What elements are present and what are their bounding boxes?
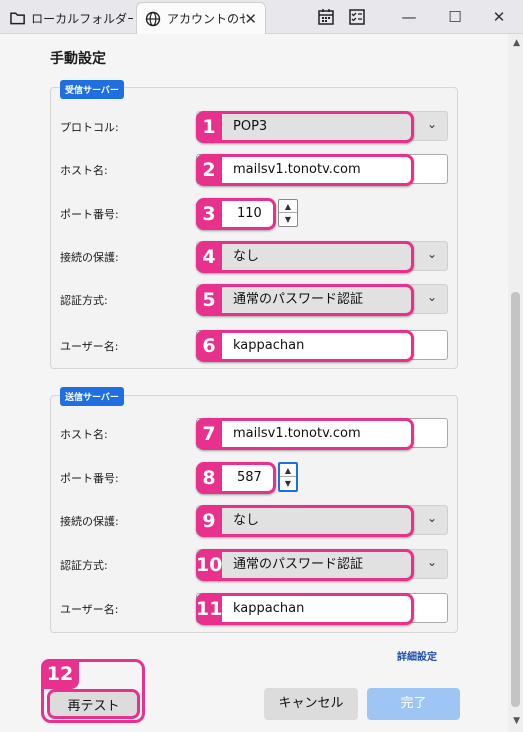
tab-account-setup[interactable]: アカウントのセットアップ ✕	[136, 2, 266, 34]
callout-badge: 11	[196, 593, 222, 625]
callout-badge: 12	[41, 659, 79, 689]
tasks-icon[interactable]	[348, 8, 366, 26]
chevron-down-icon: ⌄	[426, 511, 437, 525]
chevron-down-icon[interactable]: ▼	[280, 477, 296, 490]
incoming-user-label: ユーザー名:	[60, 340, 119, 353]
callout-badge: 8	[196, 462, 222, 494]
callout-badge: 2	[196, 154, 222, 186]
maximize-button[interactable]: ☐	[444, 6, 466, 28]
callout-badge: 5	[196, 284, 222, 316]
scroll-up-icon[interactable]: ▲	[513, 38, 520, 48]
calendar-icon[interactable]	[317, 8, 335, 26]
outgoing-host-label: ホスト名:	[60, 428, 108, 441]
protocol-label: プロトコル:	[60, 121, 119, 134]
folder-icon	[10, 12, 25, 25]
outgoing-security-value: なし	[196, 505, 414, 537]
chevron-down-icon: ⌄	[426, 290, 437, 304]
outgoing-auth-value: 通常のパスワード認証	[196, 549, 414, 581]
incoming-server-badge: 受信サーバー	[60, 80, 124, 99]
cancel-button[interactable]: キャンセル	[264, 688, 358, 720]
callout-badge: 10	[196, 549, 222, 581]
incoming-auth-label: 認証方式:	[60, 294, 108, 307]
globe-icon	[145, 11, 161, 26]
done-button[interactable]: 完了	[367, 688, 460, 720]
retest-button[interactable]: 再テスト	[47, 689, 140, 719]
outgoing-server-badge: 送信サーバー	[60, 387, 124, 406]
chevron-down-icon: ⌄	[426, 247, 437, 261]
callout-badge: 1	[196, 111, 222, 143]
callout-badge: 4	[196, 241, 222, 273]
incoming-security-label: 接続の保護:	[60, 251, 119, 264]
tab-local-folder[interactable]: ローカルフォルダー	[0, 2, 133, 34]
incoming-port-label: ポート番号:	[60, 208, 119, 221]
minimize-button[interactable]: —	[398, 6, 420, 28]
close-tab-icon[interactable]: ✕	[244, 10, 257, 28]
callout-badge: 7	[196, 418, 222, 450]
callout-badge: 9	[196, 505, 222, 537]
outgoing-security-label: 接続の保護:	[60, 515, 119, 528]
protocol-value: POP3	[196, 111, 414, 143]
chevron-up-icon[interactable]: ▲	[279, 200, 297, 213]
incoming-auth-value: 通常のパスワード認証	[196, 284, 414, 316]
scroll-down-icon[interactable]: ▼	[513, 716, 520, 726]
tab-label: ローカルフォルダー	[31, 11, 133, 26]
callout-badge: 6	[196, 330, 222, 362]
chevron-down-icon[interactable]: ▼	[279, 213, 297, 226]
incoming-security-value: なし	[196, 241, 414, 273]
scrollbar-thumb[interactable]	[511, 292, 520, 707]
outgoing-host-value: mailsv1.tonotv.com	[196, 418, 414, 450]
chevron-down-icon: ⌄	[426, 117, 437, 131]
incoming-user-value: kappachan	[196, 330, 414, 362]
advanced-settings-link[interactable]: 詳細設定	[397, 648, 437, 663]
chevron-down-icon: ⌄	[426, 555, 437, 569]
section-title: 手動設定	[50, 51, 106, 67]
outgoing-user-value: kappachan	[196, 593, 414, 625]
chevron-up-icon[interactable]: ▲	[280, 464, 296, 477]
outgoing-auth-label: 認証方式:	[60, 559, 108, 572]
incoming-host-label: ホスト名:	[60, 164, 108, 177]
incoming-port-stepper[interactable]: ▲ ▼	[278, 199, 298, 227]
tab-label: アカウントのセットアップ	[167, 12, 245, 26]
outgoing-port-label: ポート番号:	[60, 472, 119, 485]
outgoing-port-stepper[interactable]: ▲ ▼	[278, 462, 298, 492]
close-window-button[interactable]: ✕	[488, 6, 510, 28]
incoming-host-value: mailsv1.tonotv.com	[196, 154, 414, 186]
outgoing-user-label: ユーザー名:	[60, 603, 119, 616]
callout-badge: 3	[196, 198, 222, 230]
tab-bar: ローカルフォルダー アカウントのセットアップ ✕ — ☐ ✕	[0, 0, 523, 34]
